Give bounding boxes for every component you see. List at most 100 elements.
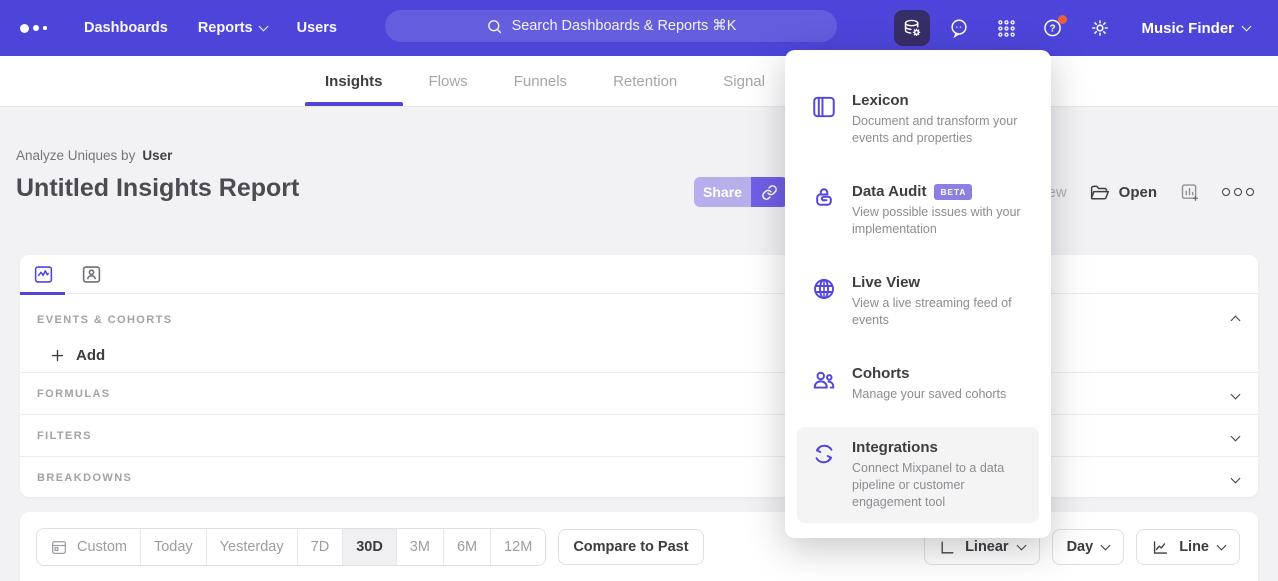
breadcrumb: Analyze Uniques by User bbox=[16, 148, 172, 163]
add-to-dashboard-button[interactable] bbox=[1179, 182, 1200, 203]
notification-dot bbox=[1058, 15, 1067, 24]
feedback-button[interactable] bbox=[941, 10, 977, 46]
topbar-left: Dashboards Reports Users bbox=[0, 20, 337, 36]
chevron-down-icon bbox=[1231, 389, 1241, 399]
menu-item-description: Manage your saved cohorts bbox=[852, 386, 1025, 403]
chevron-down-icon bbox=[1231, 473, 1241, 483]
mixpanel-logo-icon[interactable] bbox=[20, 24, 54, 33]
range-custom-label: Custom bbox=[77, 539, 127, 555]
grid-icon bbox=[996, 18, 1017, 39]
nav-dashboards-label: Dashboards bbox=[84, 20, 168, 36]
expand-formulas-button[interactable] bbox=[1230, 383, 1241, 405]
share-group: Share bbox=[694, 177, 788, 207]
menu-item-title: Data Audit bbox=[852, 183, 926, 200]
tab-metrics-view[interactable] bbox=[32, 263, 54, 285]
chart-add-icon bbox=[1179, 182, 1200, 203]
topbar-right: ? Music Finder bbox=[894, 0, 1250, 56]
tab-users-view[interactable] bbox=[80, 263, 102, 285]
breadcrumb-value[interactable]: User bbox=[142, 148, 172, 163]
open-button[interactable]: Open bbox=[1089, 182, 1157, 203]
range-custom[interactable]: Custom bbox=[37, 529, 140, 565]
breakdowns-label: BREAKDOWNS bbox=[37, 472, 132, 484]
chart-toolbar-card: Custom Today Yesterday 7D 30D 3M 6M 12M … bbox=[20, 512, 1258, 581]
tab-funnels[interactable]: Funnels bbox=[514, 56, 567, 106]
menu-item-cohorts[interactable]: Cohorts Manage your saved cohorts bbox=[797, 353, 1039, 415]
share-button[interactable]: Share bbox=[694, 177, 751, 207]
database-gear-icon bbox=[902, 18, 923, 39]
scale-label: Linear bbox=[965, 539, 1009, 555]
page-title[interactable]: Untitled Insights Report bbox=[16, 174, 299, 203]
chart-type-label: Line bbox=[1179, 539, 1209, 555]
date-range-segmented-control: Custom Today Yesterday 7D 30D 3M 6M 12M bbox=[36, 528, 546, 566]
menu-item-title: Lexicon bbox=[852, 92, 909, 109]
menu-item-data-audit[interactable]: Data Audit BETA View possible issues wit… bbox=[797, 171, 1039, 250]
compare-to-past-button[interactable]: Compare to Past bbox=[558, 529, 703, 565]
range-today[interactable]: Today bbox=[140, 529, 206, 565]
insights-chart-icon bbox=[33, 264, 54, 285]
chat-bubble-icon bbox=[948, 17, 970, 39]
nav-users[interactable]: Users bbox=[297, 20, 337, 36]
range-6m[interactable]: 6M bbox=[443, 529, 490, 565]
calendar-icon bbox=[50, 538, 68, 556]
search-input[interactable]: Search Dashboards & Reports ⌘K bbox=[385, 10, 837, 42]
add-label: Add bbox=[76, 347, 105, 364]
project-name: Music Finder bbox=[1141, 20, 1234, 37]
expand-breakdowns-button[interactable] bbox=[1230, 467, 1241, 489]
search-icon bbox=[486, 18, 503, 35]
apps-grid-button[interactable] bbox=[988, 10, 1024, 46]
formulas-label: FORMULAS bbox=[37, 388, 111, 400]
menu-item-title: Integrations bbox=[852, 439, 938, 456]
nav-users-label: Users bbox=[297, 20, 337, 36]
folder-icon bbox=[1089, 182, 1110, 203]
copy-link-button[interactable] bbox=[751, 177, 788, 207]
menu-item-live-view[interactable]: Live View View a live streaming feed of … bbox=[797, 262, 1039, 341]
nav-dashboards[interactable]: Dashboards bbox=[84, 20, 168, 36]
tab-retention[interactable]: Retention bbox=[613, 56, 677, 106]
link-icon bbox=[761, 184, 778, 201]
chevron-down-icon bbox=[1101, 541, 1111, 551]
menu-item-lexicon[interactable]: Lexicon Document and transform your even… bbox=[797, 80, 1039, 159]
expand-filters-button[interactable] bbox=[1230, 425, 1241, 447]
tab-signal[interactable]: Signal bbox=[723, 56, 765, 106]
range-30d[interactable]: 30D bbox=[342, 529, 396, 565]
builder-view-tabs bbox=[20, 255, 1258, 294]
menu-item-text: Live View View a live streaming feed of … bbox=[852, 274, 1025, 329]
more-menu-button[interactable] bbox=[1222, 188, 1254, 196]
help-button[interactable]: ? bbox=[1035, 10, 1071, 46]
report-actions: New Open bbox=[1037, 177, 1254, 207]
settings-button[interactable] bbox=[1082, 10, 1118, 46]
collapse-section-button[interactable] bbox=[1230, 309, 1241, 331]
tab-insights[interactable]: Insights bbox=[325, 56, 383, 106]
plus-icon bbox=[50, 348, 65, 363]
range-3m[interactable]: 3M bbox=[396, 529, 443, 565]
breadcrumb-prefix: Analyze Uniques by bbox=[16, 148, 135, 163]
interval-selector-button[interactable]: Day bbox=[1052, 529, 1125, 565]
chart-type-selector-button[interactable]: Line bbox=[1136, 529, 1240, 565]
chevron-down-icon bbox=[258, 22, 268, 32]
menu-item-text: Integrations Connect Mixpanel to a data … bbox=[852, 439, 1025, 511]
menu-item-title: Live View bbox=[852, 274, 920, 291]
filters-section-row[interactable]: FILTERS bbox=[20, 414, 1258, 456]
chevron-down-icon bbox=[1016, 541, 1026, 551]
project-switcher[interactable]: Music Finder bbox=[1141, 20, 1250, 37]
chevron-down-icon bbox=[1231, 431, 1241, 441]
report-tabbar: Insights Flows Funnels Retention Signal … bbox=[0, 56, 1278, 107]
open-label: Open bbox=[1119, 184, 1157, 201]
breakdowns-section-row[interactable]: BREAKDOWNS bbox=[20, 456, 1258, 498]
formulas-section-row[interactable]: FORMULAS bbox=[20, 372, 1258, 414]
add-event-button[interactable]: Add bbox=[50, 347, 1258, 364]
range-12m[interactable]: 12M bbox=[490, 529, 545, 565]
tab-flows[interactable]: Flows bbox=[429, 56, 468, 106]
query-builder-card: EVENTS & COHORTS Add FORMULAS FILTERS BR… bbox=[20, 255, 1258, 497]
menu-item-integrations[interactable]: Integrations Connect Mixpanel to a data … bbox=[797, 427, 1039, 523]
nav-reports[interactable]: Reports bbox=[198, 20, 267, 36]
data-management-button[interactable] bbox=[894, 10, 930, 46]
range-7d[interactable]: 7D bbox=[297, 529, 343, 565]
chevron-up-icon bbox=[1231, 316, 1241, 326]
menu-item-text: Lexicon Document and transform your even… bbox=[852, 92, 1025, 147]
linear-scale-icon bbox=[939, 539, 956, 556]
topbar: Dashboards Reports Users Search Dashboar… bbox=[0, 0, 1278, 56]
range-yesterday[interactable]: Yesterday bbox=[206, 529, 297, 565]
chevron-down-icon bbox=[1242, 22, 1252, 32]
user-profile-icon bbox=[81, 264, 102, 285]
